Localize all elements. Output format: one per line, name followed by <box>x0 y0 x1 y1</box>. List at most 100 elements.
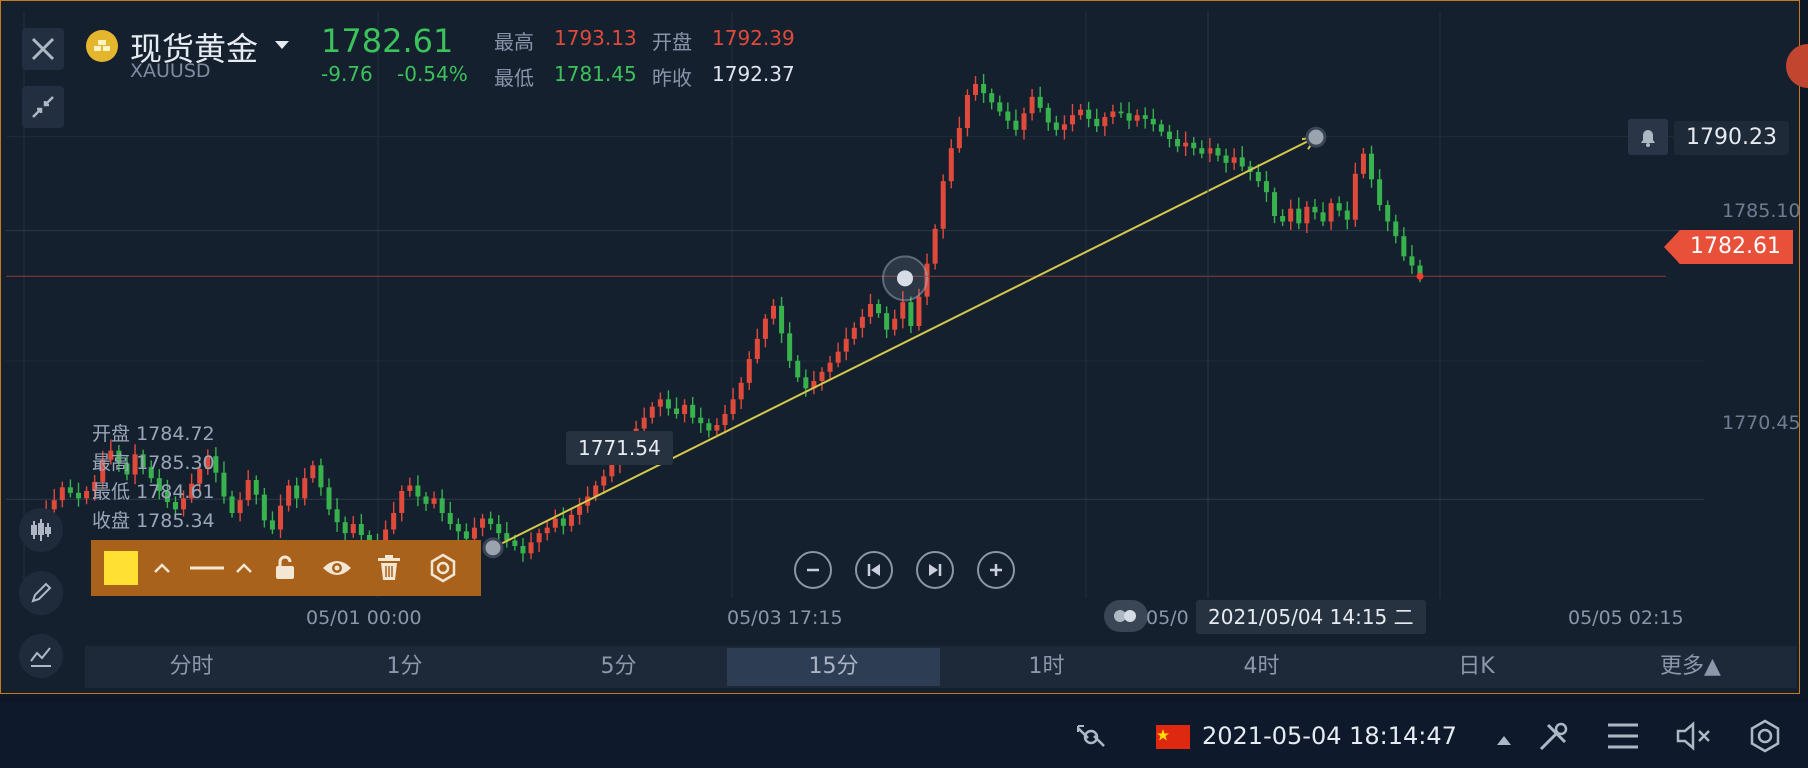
indicator-button[interactable] <box>19 634 63 678</box>
candle <box>1223 148 1229 173</box>
candle <box>1288 199 1294 230</box>
caret-up-icon[interactable] <box>229 540 259 596</box>
candle-body <box>59 487 65 501</box>
settings-icon[interactable] <box>423 540 463 596</box>
x-tick-label-partial: 05/0 <box>1146 607 1189 629</box>
candle-body <box>706 423 712 431</box>
caret-up-icon[interactable] <box>147 540 177 596</box>
candle-body <box>916 296 922 326</box>
eye-icon[interactable] <box>315 540 359 596</box>
tab-4hour[interactable]: 4时 <box>1155 648 1368 686</box>
candle <box>1086 101 1092 128</box>
candle-body <box>1272 192 1278 216</box>
caret-up-icon[interactable] <box>1496 731 1512 750</box>
candle <box>439 489 445 522</box>
chevron-down-icon[interactable] <box>274 36 290 55</box>
draw-tool-button[interactable] <box>19 571 63 615</box>
candle <box>278 494 284 538</box>
step-back-button[interactable] <box>855 551 893 589</box>
candle-body <box>1029 96 1035 114</box>
candle <box>391 501 397 535</box>
candle <box>1377 169 1383 211</box>
tools-icon[interactable] <box>1536 720 1570 758</box>
candle-body <box>989 93 995 103</box>
candle-body <box>948 148 954 182</box>
tab-15min[interactable]: 15分 <box>727 648 940 686</box>
candle-body <box>1385 205 1391 222</box>
tab-more[interactable]: 更多▲ <box>1584 648 1797 686</box>
network-icon[interactable] <box>1074 722 1110 756</box>
candle-body <box>221 472 227 497</box>
close-icon <box>31 37 55 61</box>
candle <box>932 224 938 270</box>
candle-body <box>1409 256 1415 266</box>
candle <box>480 513 486 537</box>
zoom-out-button[interactable] <box>794 551 832 589</box>
candle <box>488 511 494 530</box>
candle <box>1231 148 1237 170</box>
tab-1min[interactable]: 1分 <box>298 648 511 686</box>
crosshair-handle[interactable] <box>1104 600 1148 632</box>
candlestick-type-button[interactable] <box>19 508 63 552</box>
candle <box>746 351 752 390</box>
candle-body <box>997 102 1003 112</box>
candle-body <box>657 399 663 407</box>
crosshair-time-label: 2021/05/04 14:15 二 <box>1196 600 1426 634</box>
candle-body <box>835 351 841 363</box>
line-style-icon[interactable] <box>187 540 227 596</box>
candle-body <box>730 399 736 414</box>
candle <box>1053 115 1059 136</box>
candle <box>1272 187 1278 224</box>
color-swatch[interactable] <box>103 540 139 596</box>
tab-5min[interactable]: 5分 <box>512 648 725 686</box>
candle-body <box>286 485 292 506</box>
candle <box>1263 171 1269 202</box>
mute-icon[interactable] <box>1676 720 1712 756</box>
candle-body <box>480 518 486 528</box>
settings-icon[interactable] <box>1748 719 1782 757</box>
candle-body <box>496 524 502 534</box>
candle-body <box>609 463 615 477</box>
collapse-button[interactable] <box>22 86 64 128</box>
candle <box>1296 197 1302 230</box>
candle <box>649 402 655 424</box>
candle <box>1385 200 1391 232</box>
step-forward-button[interactable] <box>916 551 954 589</box>
zoom-in-button[interactable] <box>977 551 1015 589</box>
candle-body <box>892 318 898 330</box>
candle <box>1029 88 1035 121</box>
menu-list-icon[interactable] <box>1606 720 1640 756</box>
candle-body <box>269 520 275 530</box>
candle <box>261 487 267 528</box>
candle-body <box>1069 115 1076 125</box>
candle-body <box>746 359 752 383</box>
candle-body <box>1320 212 1326 222</box>
tab-daily[interactable]: 日K <box>1370 648 1583 686</box>
candle <box>75 482 81 507</box>
alert-price-tag[interactable]: 1790.23 <box>1674 121 1789 155</box>
candle <box>770 299 776 325</box>
tab-1hour[interactable]: 1时 <box>940 648 1153 686</box>
candle <box>1005 102 1011 130</box>
candle-body <box>1126 113 1132 121</box>
candle <box>245 469 251 507</box>
candle <box>1094 108 1100 133</box>
candle-body <box>1231 157 1237 163</box>
ohlc-high-label: 最高 <box>92 452 131 474</box>
trendline-price-label: 1771.54 <box>566 431 673 465</box>
tab-timeshare[interactable]: 分时 <box>85 648 298 686</box>
trash-icon[interactable] <box>371 540 407 596</box>
candle-body <box>229 496 235 513</box>
bell-icon[interactable] <box>1628 119 1668 155</box>
unlock-icon[interactable] <box>267 540 303 596</box>
candle-body <box>568 514 574 526</box>
candle-body <box>84 491 90 499</box>
candle-body <box>1175 139 1181 147</box>
candle-body <box>1328 203 1334 222</box>
candle <box>1352 162 1358 227</box>
candle <box>528 532 534 560</box>
close-button[interactable] <box>22 28 64 70</box>
candle-body <box>447 513 453 524</box>
candle-body <box>665 399 671 409</box>
candle <box>1150 108 1156 132</box>
